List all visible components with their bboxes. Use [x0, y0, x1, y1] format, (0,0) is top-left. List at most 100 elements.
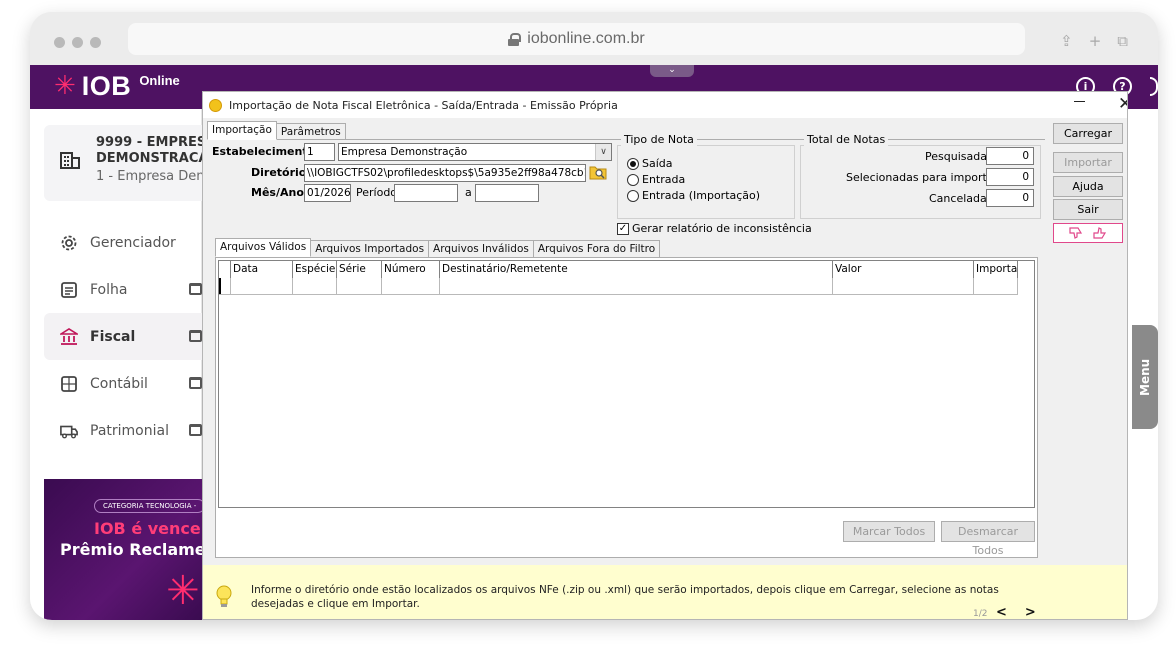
tab-parametros[interactable]: Parâmetros [275, 123, 346, 140]
minimize-dot[interactable] [72, 37, 83, 48]
col-numero[interactable]: Número [382, 261, 440, 278]
iob-app: ✳ IOB Online ⌄ i ? 9999 - EMPRESA DEMONS… [30, 65, 1158, 620]
notas-grid[interactable]: Data Espécie Série Número Destinatário/R… [218, 260, 1035, 508]
sidebar-item-label: Patrimonial [90, 422, 169, 439]
sidebar-item-gerenciador[interactable]: Gerenciador [44, 219, 202, 266]
iob-logo[interactable]: ✳ IOB Online [54, 71, 180, 101]
address-bar[interactable]: iobonline.com.br [128, 23, 1025, 55]
file-tabs: Arquivos Válidos Arquivos Importados Arq… [215, 238, 661, 257]
col-data[interactable]: Data [231, 261, 293, 278]
col-valor[interactable]: Valor [833, 261, 974, 278]
radio-entrada-importacao[interactable]: Entrada (Importação) [627, 189, 760, 202]
checkmark-icon: ✓ [617, 222, 629, 235]
promo-banner[interactable]: CATEGORIA TECNOLOGIA - IOB é vence Prêmi… [44, 479, 202, 620]
chevron-right-icon[interactable]: > [1025, 605, 1036, 619]
bank-icon [60, 327, 78, 345]
tab-arquivos-validos[interactable]: Arquivos Válidos [215, 238, 312, 257]
sidebar-item-patrimonial[interactable]: Patrimonial [44, 407, 202, 454]
cell-especie[interactable] [293, 278, 337, 294]
lock-icon [508, 32, 522, 46]
chevron-down-icon[interactable]: ∨ [595, 144, 611, 160]
cell-valor[interactable] [833, 278, 974, 294]
ajuda-button[interactable]: Ajuda [1053, 176, 1123, 197]
periodo-from-field[interactable] [394, 184, 458, 202]
radio-selected-indicator [627, 157, 639, 170]
pesquisadas-count: 0 [986, 147, 1034, 165]
radio-indicator [627, 173, 639, 186]
tabs-overview-icon[interactable]: ⧉ [1117, 32, 1128, 50]
browser-toolbar: iobonline.com.br ⇪ + ⧉ [30, 12, 1158, 65]
cell-numero[interactable] [382, 278, 440, 294]
diretorio-label: Diretório [251, 166, 307, 179]
tab-arquivos-importados[interactable]: Arquivos Importados [310, 240, 430, 257]
periodo-separator: a [465, 186, 472, 199]
dialog-titlebar[interactable]: Importação de Nota Fiscal Eletrônica - S… [203, 92, 1127, 118]
estabelecimento-name: Empresa Demonstração [341, 146, 468, 158]
importar-button[interactable]: Importar [1053, 152, 1123, 173]
logo-star-icon: ✳ [54, 71, 76, 101]
logo-suffix: Online [139, 73, 180, 88]
share-icon[interactable]: ⇪ [1060, 32, 1073, 50]
periodo-to-field[interactable] [475, 184, 539, 202]
cell-destinatario[interactable] [440, 278, 833, 294]
sidebar-item-fiscal[interactable]: Fiscal [44, 313, 202, 360]
mesano-field[interactable]: 01/2026 [304, 184, 351, 202]
import-nfe-dialog: Importação de Nota Fiscal Eletrônica - S… [202, 91, 1128, 620]
mesano-label: Mês/Ano [251, 186, 304, 199]
col-importar[interactable]: Importar [974, 261, 1018, 278]
calendar-icon[interactable] [189, 377, 202, 389]
hint-pager: 1/2 [973, 609, 988, 619]
promo-tag: CATEGORIA TECNOLOGIA - [94, 499, 202, 513]
radio-entrada[interactable]: Entrada [627, 173, 685, 186]
burst-icon: ✳ [166, 568, 200, 614]
calendar-icon[interactable] [189, 330, 202, 342]
zoom-dot[interactable] [90, 37, 101, 48]
logo-text: IOB [81, 71, 132, 101]
document-icon [61, 281, 77, 298]
carregar-button[interactable]: Carregar [1053, 123, 1123, 144]
close-dot[interactable] [54, 37, 65, 48]
selecionadas-count: 0 [986, 168, 1034, 186]
minimize-icon[interactable] [1074, 101, 1085, 102]
sidebar-nav: Gerenciador Folha Fiscal Contábil Patrim… [44, 219, 202, 454]
sidebar-item-label: Contábil [90, 375, 148, 392]
cell-data[interactable] [231, 278, 293, 294]
marcar-todos-button[interactable]: Marcar Todos [843, 521, 935, 542]
gerar-relatorio-checkbox[interactable]: ✓ Gerar relatório de inconsistência [617, 222, 812, 235]
table-row[interactable] [219, 278, 1018, 295]
estabelecimento-code-field[interactable]: 1 [304, 143, 335, 161]
more-icon[interactable] [1150, 77, 1158, 96]
col-serie[interactable]: Série [337, 261, 382, 278]
calendar-icon[interactable] [189, 283, 202, 295]
feedback-button[interactable] [1053, 223, 1123, 243]
folder-search-icon[interactable] [589, 164, 607, 180]
tab-importacao[interactable]: Importação [207, 121, 277, 140]
desmarcar-todos-button[interactable]: Desmarcar Todos [941, 521, 1035, 557]
col-destinatario[interactable]: Destinatário/Remetente [440, 261, 833, 278]
window-controls [54, 37, 101, 48]
cell-serie[interactable] [337, 278, 382, 294]
radio-saida[interactable]: Saída [627, 157, 673, 170]
promo-headline: IOB é vence [94, 519, 201, 538]
header-collapse-chevron-icon[interactable]: ⌄ [650, 65, 694, 77]
sidebar-item-folha[interactable]: Folha [44, 266, 202, 313]
company-selector[interactable]: 9999 - EMPRESA DEMONSTRACA 1 - Empresa De… [44, 125, 216, 201]
thumbs-down-icon [1069, 227, 1083, 239]
cell-importar[interactable] [974, 278, 1018, 294]
menu-tab[interactable]: Menu [1132, 325, 1158, 429]
hint-text: Informe o diretório onde estão localizad… [251, 584, 999, 610]
new-tab-icon[interactable]: + [1089, 32, 1102, 50]
promo-subheadline: Prêmio Reclame [60, 540, 202, 559]
col-especie[interactable]: Espécie [293, 261, 337, 278]
sair-button[interactable]: Sair [1053, 199, 1123, 220]
tab-arquivos-invalidos[interactable]: Arquivos Inválidos [428, 240, 534, 257]
truck-icon [60, 425, 78, 438]
calendar-icon[interactable] [189, 424, 202, 436]
estabelecimento-select[interactable]: Empresa Demonstração [338, 143, 612, 161]
chevron-left-icon[interactable]: < [996, 605, 1007, 619]
dialog-title: Importação de Nota Fiscal Eletrônica - S… [229, 98, 618, 112]
close-icon[interactable]: ✕ [1118, 94, 1127, 114]
tab-arquivos-fora-filtro[interactable]: Arquivos Fora do Filtro [532, 240, 661, 257]
diretorio-field[interactable]: \\IOBIGCTFS02\profiledesktops$\5a935e2ff… [304, 164, 586, 182]
sidebar-item-contabil[interactable]: Contábil [44, 360, 202, 407]
